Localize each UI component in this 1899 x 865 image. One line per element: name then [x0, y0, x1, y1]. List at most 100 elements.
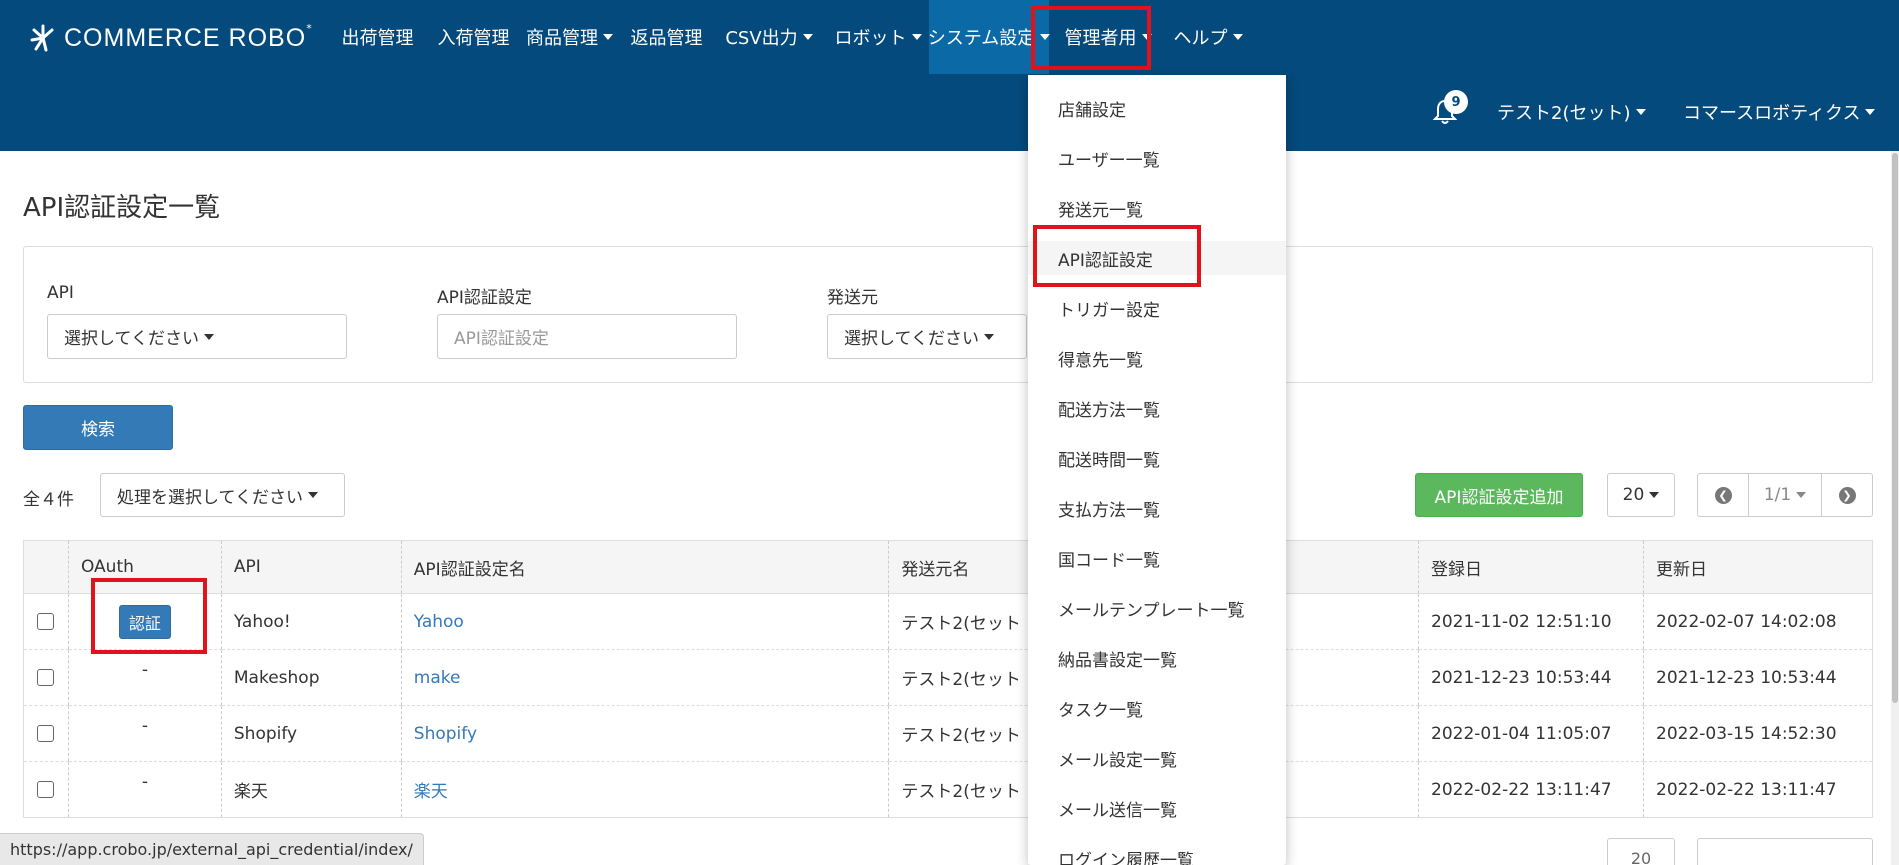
credential-filter-label: API認証設定 — [437, 288, 532, 308]
caret-down-icon — [307, 492, 318, 498]
nav-item-4[interactable]: CSV出力 — [711, 0, 827, 74]
table-row[interactable]: - 楽天 楽天 テスト2(セット 2022-02-22 13:11:47 202… — [23, 761, 1873, 818]
oauth-cell: 認証 — [67, 593, 222, 650]
row-checkbox[interactable] — [37, 725, 55, 742]
oauth-cell: - — [67, 649, 222, 706]
bulk-action-value: 処理を選択してください — [117, 487, 303, 508]
scrollbar-thumb[interactable] — [1892, 153, 1898, 703]
nav-item-label: 返品管理 — [630, 28, 703, 49]
nav-item-3[interactable]: 返品管理 — [622, 0, 711, 74]
table-row[interactable]: - Makeshop make テスト2(セット 2021-12-23 10:5… — [23, 649, 1873, 706]
search-button[interactable]: 検索 — [23, 405, 173, 450]
chevron-left-icon: ❮ — [1714, 486, 1732, 504]
nav-item-label: システム設定 — [927, 28, 1036, 49]
auth-button[interactable]: 認証 — [118, 604, 171, 639]
api-cell: Shopify — [220, 705, 402, 762]
nav-item-8[interactable]: ヘルプ — [1167, 0, 1249, 74]
column-header-created[interactable]: 登録日 — [1418, 540, 1644, 594]
caret-down-icon — [1796, 492, 1807, 498]
row-select-cell — [23, 649, 69, 706]
dropdown-item-4[interactable]: トリガー設定 — [1028, 291, 1286, 325]
bulk-action-select[interactable]: 処理を選択してください — [100, 473, 345, 517]
next-page-button[interactable]: ❯ — [1822, 474, 1872, 516]
dropdown-item-2[interactable]: 発送元一覧 — [1028, 191, 1286, 225]
dropdown-item-13[interactable]: メール設定一覧 — [1028, 741, 1286, 775]
credential-name-link[interactable]: 楽天 — [414, 782, 448, 802]
company-selector-label: コマースロボティクス — [1683, 103, 1861, 124]
created-cell: 2022-02-22 13:11:47 — [1418, 761, 1644, 818]
caret-down-icon — [1649, 492, 1660, 498]
credential-name-link[interactable]: make — [414, 668, 461, 688]
oauth-cell: - — [67, 761, 222, 818]
add-credential-button[interactable]: API認証設定追加 — [1415, 473, 1583, 517]
main-nav: 出荷管理 入荷管理 商品管理 返品管理 CSV出力 ロボット システム設定 管理者用 ヘルプ — [325, 0, 1249, 74]
row-checkbox[interactable] — [37, 781, 55, 798]
dropdown-item-3[interactable]: API認証設定 — [1028, 241, 1286, 275]
dropdown-item-12[interactable]: タスク一覧 — [1028, 691, 1286, 725]
caret-down-icon — [1635, 109, 1646, 115]
caret-down-icon — [1865, 109, 1876, 115]
updated-cell: 2022-02-22 13:11:47 — [1643, 761, 1873, 818]
dropdown-item-8[interactable]: 支払方法一覧 — [1028, 491, 1286, 525]
dropdown-item-0[interactable]: 店舗設定 — [1028, 91, 1286, 125]
api-filter-select[interactable]: 選択してください — [47, 314, 347, 359]
column-header-updated[interactable]: 更新日 — [1643, 540, 1873, 594]
nav-item-5[interactable]: ロボット — [827, 0, 929, 74]
dropdown-item-5[interactable]: 得意先一覧 — [1028, 341, 1286, 375]
nav-item-6[interactable]: システム設定 — [927, 0, 1051, 74]
table-row[interactable]: - Shopify Shopify テスト2(セット 2022-01-04 11… — [23, 705, 1873, 762]
store-selector[interactable]: テスト2(セット) — [1497, 92, 1646, 132]
credential-name-link[interactable]: Shopify — [414, 724, 477, 744]
bottom-per-page-value: 20 — [1630, 849, 1652, 865]
caret-down-icon — [1141, 34, 1152, 40]
oauth-cell: - — [67, 705, 222, 762]
status-url: https://app.crobo.jp/external_api_creden… — [10, 840, 413, 859]
bottom-per-page-select[interactable]: 20 — [1607, 838, 1675, 865]
dropdown-item-9[interactable]: 国コード一覧 — [1028, 541, 1286, 575]
nav-item-7[interactable]: 管理者用 — [1049, 0, 1167, 74]
nav-item-2[interactable]: 商品管理 — [517, 0, 622, 74]
dropdown-item-7[interactable]: 配送時間一覧 — [1028, 441, 1286, 475]
nav-item-label: CSV出力 — [725, 28, 798, 49]
dropdown-item-15[interactable]: ログイン履歴一覧 — [1028, 841, 1286, 865]
column-header-name[interactable]: API認証設定名 — [400, 540, 889, 594]
per-page-select[interactable]: 20 — [1607, 473, 1675, 517]
credential-name-link[interactable]: Yahoo — [414, 612, 464, 632]
table-row[interactable]: 認証 Yahoo! Yahoo テスト2(セット 2021-11-02 12:5… — [23, 593, 1873, 650]
api-cell: Yahoo! — [220, 593, 402, 650]
row-select-cell — [23, 705, 69, 762]
credential-filter-input[interactable]: API認証設定 — [437, 314, 737, 359]
dropdown-item-6[interactable]: 配送方法一覧 — [1028, 391, 1286, 425]
dropdown-item-11[interactable]: 納品書設定一覧 — [1028, 641, 1286, 675]
sender-filter-value: 選択してください — [844, 329, 979, 349]
dropdown-item-1[interactable]: ユーザー一覧 — [1028, 141, 1286, 175]
nav-item-label: ヘルプ — [1173, 28, 1228, 49]
result-count: 全４件 — [23, 490, 74, 510]
company-selector[interactable]: コマースロボティクス — [1683, 92, 1876, 132]
created-cell: 2021-11-02 12:51:10 — [1418, 593, 1644, 650]
dropdown-item-14[interactable]: メール送信一覧 — [1028, 791, 1286, 825]
sender-filter-select[interactable]: 選択してください — [827, 314, 1027, 359]
table-header-row: OAuth API API認証設定名 発送元名 登録日 更新日 — [23, 540, 1873, 594]
page-select[interactable]: 1/1 — [1748, 474, 1822, 516]
dropdown-item-10[interactable]: メールテンプレート一覧 — [1028, 591, 1286, 625]
nav-item-label: ロボット — [834, 28, 907, 49]
column-header-oauth[interactable]: OAuth — [67, 540, 222, 594]
nav-item-0[interactable]: 出荷管理 — [325, 0, 430, 74]
logo[interactable]: COMMERCE ROBO * — [28, 20, 312, 56]
nav-item-1[interactable]: 入荷管理 — [430, 0, 517, 74]
bottom-pagination[interactable] — [1697, 838, 1873, 865]
prev-page-button[interactable]: ❮ — [1698, 474, 1748, 516]
top-header: COMMERCE ROBO * 出荷管理 入荷管理 商品管理 返品管理 CSV出力 ロボッ… — [0, 0, 1899, 151]
logo-text: COMMERCE ROBO — [64, 23, 307, 52]
row-select-cell — [23, 761, 69, 818]
row-checkbox[interactable] — [37, 613, 55, 630]
select-all-header — [23, 540, 69, 594]
nav-item-label: 管理者用 — [1064, 28, 1137, 49]
oauth-empty: - — [141, 715, 148, 736]
row-checkbox[interactable] — [37, 669, 55, 686]
browser-status-bar: https://app.crobo.jp/external_api_creden… — [0, 833, 424, 865]
page-title: API認証設定一覧 — [23, 193, 221, 223]
column-header-api[interactable]: API — [220, 540, 402, 594]
name-cell: Yahoo — [400, 593, 889, 650]
